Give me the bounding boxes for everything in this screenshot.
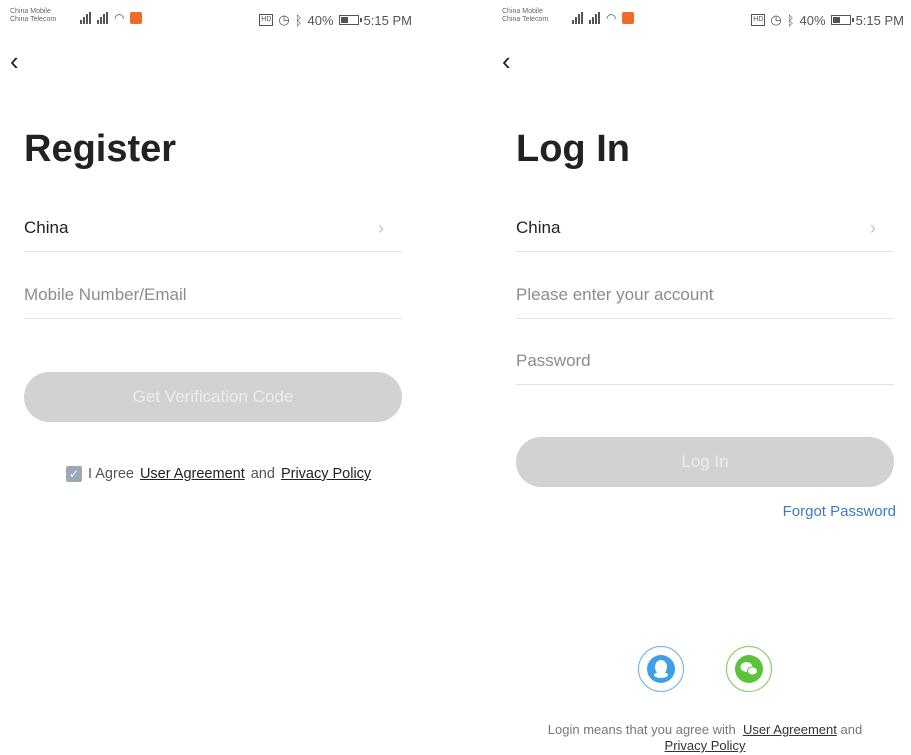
password-input[interactable]: Password	[516, 338, 894, 385]
bluetooth-icon: ᛒ	[786, 12, 795, 28]
signal-icons: ◠	[80, 11, 143, 25]
alarm-icon: ◷	[770, 12, 782, 27]
password-placeholder: Password	[516, 351, 591, 370]
status-right: HD ◷ ᛒ 40% 5:15 PM	[751, 12, 904, 28]
login-screen: China Mobile China Telecom ◠ HD ◷ ᛒ 40% …	[492, 0, 911, 755]
carrier-labels: China Mobile China Telecom	[10, 8, 72, 24]
signal-1-icon	[80, 12, 91, 24]
status-bar: China Mobile China Telecom ◠ HD ◷ ᛒ 40% …	[10, 8, 420, 36]
chevron-left-icon: ‹	[502, 46, 511, 76]
wifi-icon: ◠	[114, 11, 125, 25]
terms-and: and	[840, 722, 863, 737]
region-selector[interactable]: China ›	[516, 205, 894, 252]
signal-2-icon	[589, 12, 600, 24]
region-value: China	[516, 218, 561, 237]
social-login	[638, 646, 772, 692]
carrier-1: China Mobile	[10, 8, 51, 15]
page-title: Log In	[516, 128, 630, 170]
signal-1-icon	[572, 12, 583, 24]
account-input[interactable]: Mobile Number/Email	[24, 272, 402, 319]
region-value: China	[24, 218, 69, 237]
forgot-password-link[interactable]: Forgot Password	[783, 503, 896, 520]
signal-icons: ◠	[572, 11, 635, 25]
chevron-right-icon: ›	[378, 217, 384, 238]
clock: 5:15 PM	[363, 12, 412, 28]
region-selector[interactable]: China ›	[24, 205, 402, 252]
agreement-row: ✓ I Agree User Agreement and Privacy Pol…	[66, 466, 371, 482]
user-agreement-link[interactable]: User Agreement	[743, 722, 837, 737]
battery-percent: 40%	[307, 12, 334, 28]
battery-icon	[338, 15, 362, 25]
status-bar: China Mobile China Telecom ◠ HD ◷ ᛒ 40% …	[502, 8, 911, 36]
account-input[interactable]: Please enter your account	[516, 272, 894, 319]
login-button[interactable]: Log In	[516, 437, 894, 487]
qq-icon	[647, 655, 675, 683]
register-screen: China Mobile China Telecom ◠ HD ◷ ᛒ 40% …	[0, 0, 420, 755]
app-notification-icon	[130, 12, 143, 24]
battery-icon	[830, 15, 854, 25]
wifi-icon: ◠	[606, 11, 617, 25]
bluetooth-icon: ᛒ	[294, 12, 303, 28]
status-right: HD ◷ ᛒ 40% 5:15 PM	[259, 12, 412, 28]
battery-percent: 40%	[799, 12, 826, 28]
back-button[interactable]: ‹	[502, 48, 511, 74]
chevron-right-icon: ›	[870, 217, 876, 238]
carrier-2: China Telecom	[502, 16, 549, 23]
get-verification-code-button[interactable]: Get Verification Code	[24, 372, 402, 422]
user-agreement-link[interactable]: User Agreement	[140, 466, 245, 482]
signal-2-icon	[97, 12, 108, 24]
carrier-2: China Telecom	[10, 16, 57, 23]
wechat-icon	[735, 655, 763, 683]
carrier-1: China Mobile	[502, 8, 543, 15]
hd-icon: HD	[259, 14, 274, 26]
checkbox-checked-icon[interactable]: ✓	[66, 466, 82, 482]
alarm-icon: ◷	[278, 12, 290, 27]
chevron-left-icon: ‹	[10, 46, 19, 76]
account-placeholder: Mobile Number/Email	[24, 285, 187, 304]
wechat-login-button[interactable]	[726, 646, 772, 692]
agree-and: and	[250, 466, 275, 482]
login-terms: Login means that you agree with User Agr…	[510, 722, 900, 754]
qq-login-button[interactable]	[638, 646, 684, 692]
privacy-policy-link[interactable]: Privacy Policy	[281, 466, 371, 482]
account-placeholder: Please enter your account	[516, 285, 714, 304]
app-notification-icon	[622, 12, 635, 24]
back-button[interactable]: ‹	[10, 48, 19, 74]
carrier-labels: China Mobile China Telecom	[502, 8, 564, 24]
page-title: Register	[24, 128, 177, 170]
hd-icon: HD	[751, 14, 766, 26]
clock: 5:15 PM	[855, 12, 904, 28]
terms-prefix: Login means that you agree with	[547, 722, 736, 737]
privacy-policy-link[interactable]: Privacy Policy	[665, 738, 746, 753]
agree-prefix: I Agree	[88, 466, 134, 482]
